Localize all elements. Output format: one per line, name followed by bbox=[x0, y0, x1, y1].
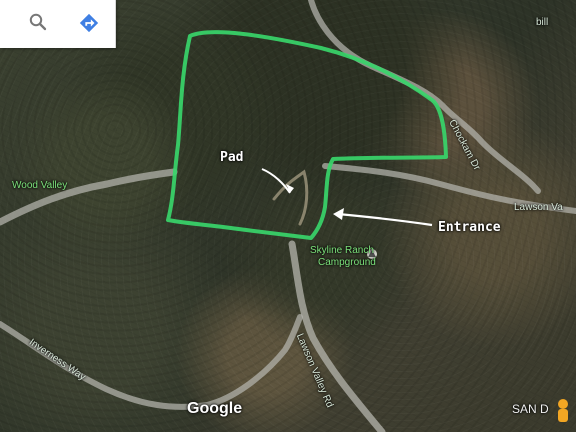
search-panel[interactable] bbox=[0, 0, 116, 48]
entrance-arrow bbox=[337, 212, 433, 227]
skyline-ranch-label: Skyline Ranch bbox=[310, 245, 374, 256]
entrance-annotation: Entrance bbox=[438, 220, 501, 235]
wood-valley-label: Wood Valley bbox=[12, 180, 68, 191]
pegman-body bbox=[558, 409, 568, 422]
watermark-text: SAN D bbox=[512, 402, 549, 416]
top-right-label: bill bbox=[536, 17, 549, 28]
pad-arrow bbox=[261, 168, 291, 194]
map-overlay bbox=[0, 0, 576, 432]
google-logo: Google bbox=[187, 400, 243, 417]
directions-icon[interactable] bbox=[78, 12, 100, 34]
lawson-valley-road-label: Lawson Va bbox=[514, 202, 563, 213]
search-icon[interactable] bbox=[28, 12, 48, 32]
entrance-arrowhead bbox=[333, 208, 344, 220]
road-inverness-way bbox=[0, 314, 303, 410]
campground-label: Campground bbox=[318, 257, 376, 268]
satellite-map[interactable]: bill Wood Valley Chockam Dr Lawson Va Sk… bbox=[0, 0, 576, 432]
pegman-icon bbox=[558, 399, 568, 409]
pad-annotation: Pad bbox=[220, 150, 244, 165]
